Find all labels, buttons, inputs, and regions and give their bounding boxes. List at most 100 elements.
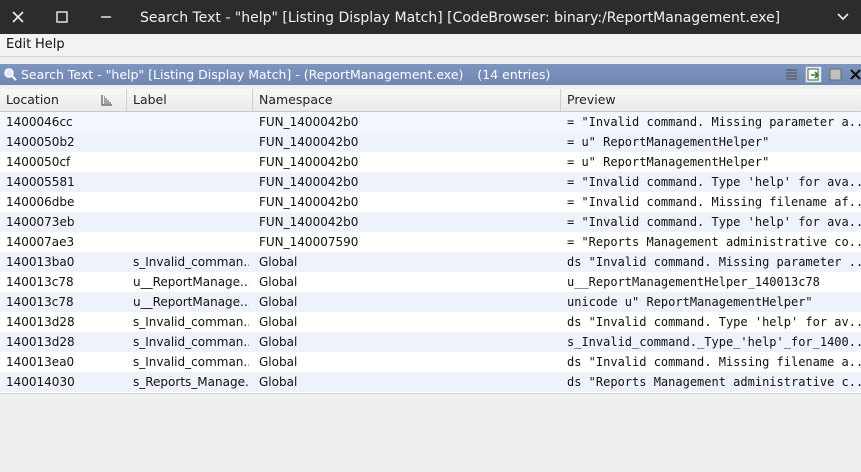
table-row[interactable]: 140006dbe FUN_1400042b0 = "Invalid command…	[0, 192, 861, 212]
minimize-icon	[101, 16, 111, 18]
cell-label	[133, 192, 249, 212]
menu-bar: Edit Help	[0, 34, 861, 57]
snapshot-button[interactable]	[827, 66, 844, 83]
window-title: Search Text - "help" [Listing Display Ma…	[140, 10, 781, 26]
cell-preview: ds "Invalid command. Missing parameter .…	[567, 255, 861, 269]
cell-preview: = u" ReportManagementHelper"	[567, 155, 770, 169]
cell-namespace: Global	[259, 355, 298, 369]
cell-preview: = "Invalid command. Type 'help' for ava.…	[567, 175, 861, 189]
table-header: Location Label Namespace Preview	[0, 89, 861, 112]
cell-location: 140013d28	[6, 315, 75, 329]
cell-preview: = u" ReportManagementHelper"	[567, 135, 770, 149]
cell-namespace: FUN_1400042b0	[259, 155, 359, 169]
results-table: Location Label Namespace Preview 1400046…	[0, 89, 861, 393]
cell-preview: unicode u" ReportManagementHelper"	[567, 295, 813, 309]
cell-location: 140013ba0	[6, 255, 75, 269]
cell-namespace: FUN_1400042b0	[259, 215, 359, 229]
table-row[interactable]: 140013c78 u__ReportManage... Global u__Repo…	[0, 272, 861, 292]
cell-preview: = "Invalid command. Missing filename af.…	[567, 195, 861, 209]
table-row[interactable]: 140013ba0 s_Invalid_comman... Global ds "In…	[0, 252, 861, 272]
table-row[interactable]: 1400073eb FUN_1400042b0 = "Invalid command…	[0, 212, 861, 232]
cell-namespace: Global	[259, 255, 298, 269]
search-icon	[4, 68, 17, 81]
close-window-button[interactable]	[1, 0, 35, 34]
cell-location: 140013ea0	[6, 355, 75, 369]
cell-location: 140007ae3	[6, 235, 75, 249]
maximize-window-button[interactable]	[45, 0, 79, 34]
table-row[interactable]: 140014030 s_Reports_Manage... Global ds "Re…	[0, 372, 861, 392]
sort-ascending-icon	[101, 95, 112, 106]
cell-namespace: FUN_140007590	[259, 235, 359, 249]
cell-label: u__ReportManage...	[133, 295, 249, 309]
cell-label	[133, 152, 249, 172]
table-row[interactable]: 140013d28 s_Invalid_comman... Global s_Inva…	[0, 332, 861, 352]
cell-preview: u__ReportManagementHelper_140013c78	[567, 275, 820, 289]
cell-namespace: FUN_1400042b0	[259, 115, 359, 129]
table-row[interactable]: 140013d28 s_Invalid_comman... Global ds "In…	[0, 312, 861, 332]
table-view-button[interactable]	[783, 66, 800, 83]
column-header-preview[interactable]: Preview	[561, 89, 861, 111]
column-header-location[interactable]: Location	[0, 89, 127, 111]
cell-location: 1400073eb	[6, 215, 75, 229]
cell-preview: = "Reports Management administrative co.…	[567, 235, 861, 249]
search-results-panel-header: Search Text - "help" [Listing Display Ma…	[0, 64, 861, 85]
table-row[interactable]: 1400050cf FUN_1400042b0 = u" ReportManagem…	[0, 152, 861, 172]
cell-label	[133, 232, 249, 252]
cell-namespace: FUN_1400042b0	[259, 195, 359, 209]
cell-preview: ds "Reports Management administrative c.…	[567, 375, 861, 389]
table-row[interactable]: 140013c78 u__ReportManage... Global unicode…	[0, 292, 861, 312]
cell-location: 140013c78	[6, 275, 74, 289]
cell-label: s_Invalid_comman...	[133, 355, 249, 369]
cell-namespace: Global	[259, 295, 298, 309]
cell-preview: ds "Invalid command. Missing filename a.…	[567, 355, 861, 369]
panel-title: Search Text - "help" [Listing Display Ma…	[21, 67, 464, 82]
entry-count: (14 entries)	[477, 67, 551, 82]
close-panel-button[interactable]	[847, 66, 861, 83]
table-row[interactable]: 1400050b2 FUN_1400042b0 = u" ReportManagem…	[0, 132, 861, 152]
cell-label: s_Reports_Manage...	[133, 375, 249, 389]
cell-namespace: Global	[259, 335, 298, 349]
cell-label	[133, 112, 249, 132]
cell-preview: ds "Invalid command. Type 'help' for av.…	[567, 315, 861, 329]
cell-namespace: FUN_1400042b0	[259, 175, 359, 189]
minimize-window-button[interactable]	[89, 0, 123, 34]
snapshot-icon	[829, 68, 842, 81]
cell-preview: = "Invalid command. Missing parameter a.…	[567, 115, 861, 129]
window-menu-button[interactable]	[833, 0, 853, 34]
cell-namespace: Global	[259, 315, 298, 329]
column-header-label[interactable]: Label	[127, 89, 253, 111]
cell-label: u__ReportManage...	[133, 275, 249, 289]
column-header-namespace[interactable]: Namespace	[253, 89, 561, 111]
cell-location: 140006dbe	[6, 195, 75, 209]
table-row[interactable]: 140013ea0 s_Invalid_comman... Global ds "In…	[0, 352, 861, 372]
close-icon	[850, 69, 861, 80]
table-row[interactable]: 140005581 FUN_1400042b0 = "Invalid command…	[0, 172, 861, 192]
cell-location: 140014030	[6, 375, 75, 389]
cell-location: 1400050cf	[6, 155, 71, 169]
menu-edit[interactable]: Edit	[6, 37, 31, 52]
cell-label: s_Invalid_comman...	[133, 255, 249, 269]
column-header-location-label: Location	[6, 92, 59, 107]
cell-location: 1400046cc	[6, 115, 73, 129]
chevron-down-icon	[837, 13, 849, 21]
cell-label	[133, 212, 249, 232]
panel-title-line: Search Text - "help" [Listing Display Ma…	[21, 67, 550, 82]
table-body: 1400046cc FUN_1400042b0 = "Invalid command…	[0, 112, 861, 392]
table-row[interactable]: 1400046cc FUN_1400042b0 = "Invalid command…	[0, 112, 861, 132]
cell-namespace: FUN_1400042b0	[259, 135, 359, 149]
window-title-bar: Search Text - "help" [Listing Display Ma…	[0, 0, 861, 34]
navigate-icon	[807, 68, 820, 81]
cell-namespace: Global	[259, 375, 298, 389]
cell-location: 140013d28	[6, 335, 75, 349]
cell-label	[133, 172, 249, 192]
cell-location: 140013c78	[6, 295, 74, 309]
select-location-button[interactable]	[805, 66, 822, 83]
cell-label: s_Invalid_comman...	[133, 335, 249, 349]
table-row[interactable]: 140007ae3 FUN_140007590 = "Reports Managem…	[0, 232, 861, 252]
maximize-icon	[56, 11, 68, 23]
menu-help[interactable]: Help	[35, 37, 65, 52]
cell-location: 140005581	[6, 175, 75, 189]
cell-preview: = "Invalid command. Type 'help' for ava.…	[567, 215, 861, 229]
cell-location: 1400050b2	[6, 135, 75, 149]
close-icon	[12, 11, 24, 23]
